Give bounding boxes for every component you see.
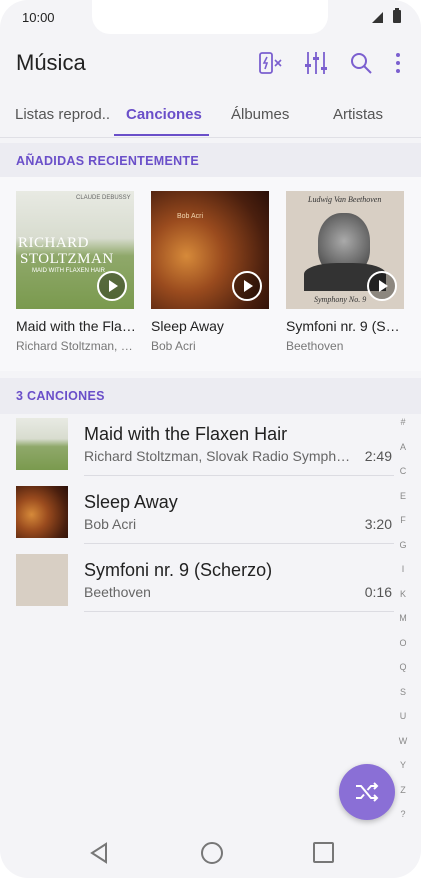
index-letter[interactable]: W	[396, 735, 410, 760]
song-artist: Beethoven	[84, 584, 151, 600]
recent-card[interactable]: Bob Acri Sleep Away Bob Acri	[151, 191, 271, 353]
divider	[84, 611, 394, 612]
more-options-icon[interactable]	[393, 48, 403, 78]
recent-section-title: AÑADIDAS RECIENTEMENTE	[16, 154, 199, 168]
recent-card[interactable]: CLAUDE DEBUSSY RICHARD STOLTZMAN MAID WI…	[16, 191, 136, 353]
album-art: Ludwig Van Beethoven Symphony No. 9	[286, 191, 404, 309]
index-letter[interactable]: S	[396, 686, 410, 711]
song-artist: Richard Stoltzman, Slovak Radio Symphony	[84, 448, 352, 464]
song-thumbnail	[16, 418, 68, 470]
album-art: CLAUDE DEBUSSY RICHARD STOLTZMAN MAID WI…	[16, 191, 134, 309]
status-bar: 10:00	[0, 0, 421, 36]
index-letter[interactable]: G	[396, 539, 410, 564]
tab-playlists[interactable]: Listas reprod..	[15, 106, 110, 123]
tabs-divider	[0, 137, 421, 138]
song-row[interactable]: Maid with the Flaxen Hair Richard Stoltz…	[0, 408, 395, 476]
index-letter[interactable]: C	[396, 465, 410, 490]
card-artist: Beethoven	[286, 339, 344, 353]
play-icon[interactable]	[367, 271, 397, 301]
index-letter[interactable]: I	[396, 563, 410, 588]
song-row[interactable]: Sleep Away Bob Acri 3:20	[0, 476, 395, 544]
screen: 10:00 Música Listas reprod.. Canciones Á…	[0, 0, 421, 878]
recent-section-header: AÑADIDAS RECIENTEMENTE	[0, 143, 421, 179]
shuffle-icon	[356, 782, 379, 802]
index-letter[interactable]: E	[396, 490, 410, 515]
card-title: Maid with the Flaxen Hair	[16, 318, 136, 334]
sound-effects-icon[interactable]	[258, 48, 284, 78]
recent-card[interactable]: Ludwig Van Beethoven Symphony No. 9 Symf…	[286, 191, 406, 353]
album-art: Bob Acri	[151, 191, 269, 309]
tab-songs[interactable]: Canciones	[126, 106, 202, 123]
alphabet-index[interactable]: # A C E F G I K M O Q S U W Y Z?	[396, 416, 410, 833]
art-text: Ludwig Van Beethoven	[308, 195, 382, 204]
battery-icon	[393, 8, 401, 23]
song-artist: Bob Acri	[84, 516, 137, 532]
notch	[92, 0, 328, 34]
recent-apps-icon[interactable]	[313, 842, 334, 863]
song-title: Symfoni nr. 9 (Scherzo)	[84, 560, 273, 580]
art-text: RICHARD	[18, 235, 90, 251]
tab-artists[interactable]: Artistas	[333, 106, 383, 123]
song-title: Maid with the Flaxen Hair	[84, 424, 288, 444]
card-artist: Richard Stoltzman, Slovak Radio Symphony	[16, 339, 136, 353]
song-duration: 0:16	[364, 584, 392, 600]
index-letter[interactable]: Z	[396, 784, 410, 809]
index-letter[interactable]: #	[396, 416, 410, 441]
song-row[interactable]: Symfoni nr. 9 (Scherzo) Beethoven 0:16	[0, 544, 395, 612]
index-letter[interactable]: U	[396, 710, 410, 735]
page-title: Música	[16, 50, 86, 75]
app-bar-actions	[258, 48, 403, 78]
index-letter[interactable]: K	[396, 588, 410, 613]
signal-icon	[372, 12, 383, 23]
play-icon[interactable]	[232, 271, 262, 301]
art-text: CLAUDE DEBUSSY	[76, 195, 131, 201]
song-duration: 3:20	[364, 516, 392, 532]
songs-count-title: 3 CANCIONES	[16, 389, 105, 403]
card-title: Sleep Away	[151, 318, 224, 334]
recently-added-list: CLAUDE DEBUSSY RICHARD STOLTZMAN MAID WI…	[0, 177, 421, 371]
play-icon[interactable]	[97, 271, 127, 301]
system-nav-bar	[0, 828, 421, 878]
index-letter[interactable]: A	[396, 441, 410, 466]
shuffle-button[interactable]	[339, 764, 395, 820]
song-thumbnail	[16, 486, 68, 538]
search-icon[interactable]	[348, 48, 374, 78]
art-text: STOLTZMAN	[20, 251, 114, 267]
active-tab-indicator	[114, 134, 209, 136]
tab-bar: Listas reprod.. Canciones Álbumes Artist…	[0, 98, 421, 136]
index-letter[interactable]: F	[396, 514, 410, 539]
song-title: Sleep Away	[84, 492, 178, 512]
equalizer-icon[interactable]	[303, 48, 329, 78]
index-letter[interactable]: Y	[396, 759, 410, 784]
card-title: Symfoni nr. 9 (Scherzo)	[286, 318, 406, 334]
back-icon[interactable]	[89, 842, 109, 864]
tab-albums[interactable]: Álbumes	[231, 106, 289, 123]
card-artist: Bob Acri	[151, 339, 196, 353]
song-thumbnail	[16, 554, 68, 606]
index-letter[interactable]: Q	[396, 661, 410, 686]
song-duration: 2:49	[364, 448, 392, 464]
art-text: MAID WITH FLAXEN HAIR	[32, 268, 106, 274]
home-icon[interactable]	[201, 842, 223, 864]
status-time: 10:00	[22, 10, 55, 25]
art-text: Symphony No. 9	[314, 295, 367, 304]
art-text: Bob Acri	[177, 213, 204, 220]
index-letter[interactable]: O	[396, 637, 410, 662]
index-letter[interactable]: M	[396, 612, 410, 637]
